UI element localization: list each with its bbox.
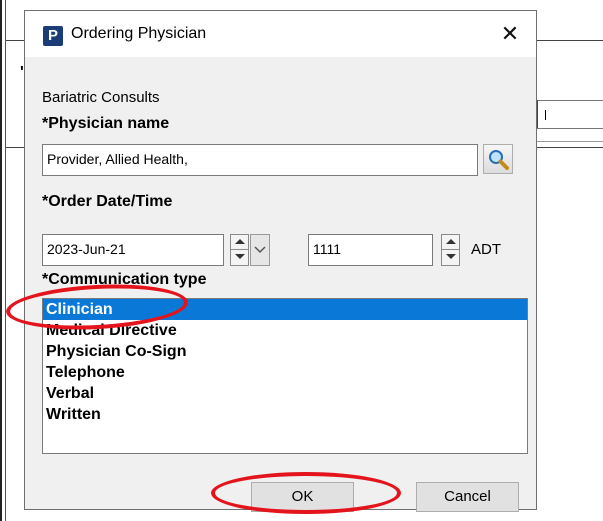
- app-p-icon: P: [43, 26, 63, 46]
- cancel-button[interactable]: Cancel: [416, 482, 519, 512]
- list-item-clinician[interactable]: Clinician: [43, 299, 527, 320]
- spinner-up-icon: [235, 239, 245, 244]
- timezone-label: ADT: [471, 241, 501, 258]
- dialog-titlebar[interactable]: P Ordering Physician ✕: [25, 11, 536, 57]
- background-line: [537, 141, 603, 142]
- time-spin-up[interactable]: [442, 235, 459, 250]
- list-item-telephone[interactable]: Telephone: [43, 362, 527, 383]
- time-spin-down[interactable]: [442, 250, 459, 265]
- order-date-field[interactable]: 2023-Jun-21: [42, 234, 224, 266]
- date-dropdown-button[interactable]: [250, 234, 270, 266]
- date-spin-down[interactable]: [231, 250, 248, 265]
- list-item-verbal[interactable]: Verbal: [43, 383, 527, 404]
- order-time-field[interactable]: 1111: [308, 234, 433, 266]
- magnifier-icon: [489, 150, 509, 170]
- ok-button[interactable]: OK: [251, 482, 354, 512]
- ordering-physician-dialog: P Ordering Physician ✕ Bariatric Consult…: [24, 10, 537, 512]
- background-field-border: [537, 100, 538, 128]
- background-line: [537, 147, 603, 148]
- time-spinner[interactable]: [441, 234, 460, 266]
- date-spinner[interactable]: [230, 234, 249, 266]
- spinner-up-icon: [446, 239, 456, 244]
- background-cursor: [545, 110, 546, 120]
- background-field-border: [537, 100, 603, 101]
- communication-type-label: *Communication type: [42, 271, 207, 288]
- list-item-physician-co-sign[interactable]: Physician Co-Sign: [43, 341, 527, 362]
- spinner-down-icon: [446, 254, 456, 259]
- date-spin-up[interactable]: [231, 235, 248, 250]
- physician-name-label: *Physician name: [42, 115, 170, 132]
- list-item-written[interactable]: Written: [43, 404, 527, 425]
- background-line: [6, 147, 24, 148]
- chevron-down-icon: [254, 246, 266, 254]
- close-icon: ✕: [500, 21, 520, 46]
- spinner-down-icon: [235, 254, 245, 259]
- background-window-border-inner: [5, 0, 6, 521]
- communication-type-list[interactable]: Clinician Medical Directive Physician Co…: [42, 298, 528, 454]
- background-field-border: [537, 128, 603, 129]
- background-line: [537, 40, 603, 41]
- physician-name-field[interactable]: Provider, Allied Health,: [42, 144, 478, 176]
- list-item-medical-directive[interactable]: Medical Directive: [43, 320, 527, 341]
- close-button[interactable]: ✕: [494, 19, 526, 49]
- physician-search-button[interactable]: [483, 144, 513, 174]
- background-window-border: [0, 0, 2, 521]
- background-line: [6, 40, 24, 41]
- dialog-title: Ordering Physician: [71, 25, 207, 42]
- section-label: Bariatric Consults: [42, 89, 160, 106]
- order-datetime-label: *Order Date/Time: [42, 193, 173, 210]
